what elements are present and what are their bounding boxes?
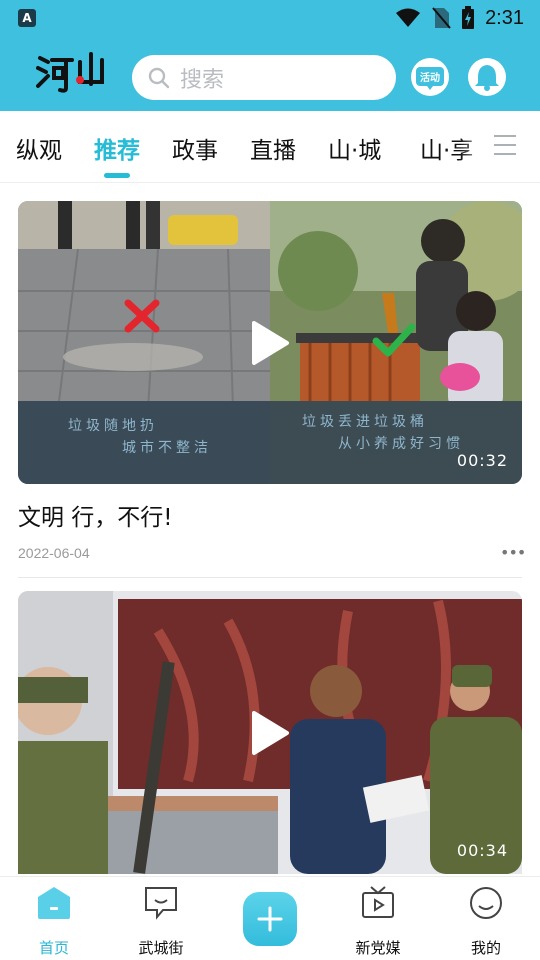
- publish-button[interactable]: [243, 892, 297, 946]
- more-options-icon[interactable]: •••: [500, 543, 526, 562]
- nav-xindangmei-label: 新党媒: [355, 939, 401, 957]
- wifi-icon: [396, 8, 421, 27]
- nav-profile[interactable]: 我的: [446, 885, 526, 958]
- activity-label: 活动: [420, 73, 440, 84]
- video-title[interactable]: 文明 行，不行!: [18, 498, 173, 532]
- search-bar[interactable]: 搜索: [132, 55, 396, 100]
- bottom-navigation: 首页 武城街 新党媒 我的: [0, 876, 540, 960]
- feed-divider: [18, 577, 522, 578]
- category-tabs: 纵观 推荐 政事 直播 山·城 山·享: [0, 111, 540, 183]
- status-time: 2:31: [485, 6, 524, 29]
- nav-wuchengjie-label: 武城街: [138, 939, 184, 957]
- video-thumbnail[interactable]: 垃圾随地扔 城市不整洁 垃圾丢进垃圾桶 从小养成好习惯 00:32: [18, 201, 522, 484]
- activity-button[interactable]: 活动: [411, 58, 449, 96]
- active-tab-indicator: [104, 173, 130, 178]
- app-logo[interactable]: [36, 50, 108, 94]
- play-icon[interactable]: [250, 710, 290, 756]
- plus-icon: [257, 906, 283, 932]
- tab-fade: [460, 111, 490, 181]
- bell-icon: [475, 65, 499, 91]
- search-icon: [148, 67, 170, 88]
- search-placeholder: 搜索: [180, 67, 225, 93]
- nav-home-label: 首页: [38, 939, 69, 957]
- battery-icon: [462, 6, 475, 29]
- nav-wuchengjie[interactable]: 武城街: [121, 885, 201, 958]
- app-header: A 2:31 搜索 活动: [0, 0, 540, 111]
- chat-bubble-icon: [145, 887, 177, 920]
- tab-menu-icon[interactable]: [494, 135, 516, 157]
- video-date: 2022-06-04: [18, 545, 90, 561]
- tab-zhengshi[interactable]: 政事: [172, 131, 218, 165]
- tab-zongguan[interactable]: 纵观: [16, 131, 62, 165]
- no-sim-icon: [432, 7, 451, 29]
- nav-home[interactable]: 首页: [14, 885, 94, 958]
- caption-right-2: 从小养成好习惯: [338, 436, 464, 452]
- tv-icon: [362, 886, 394, 918]
- caption-left-2: 城市不整洁: [122, 440, 212, 456]
- status-bar: A 2:31: [0, 0, 540, 36]
- smile-icon: [470, 887, 502, 919]
- play-icon[interactable]: [250, 320, 290, 366]
- nav-xindangmei[interactable]: 新党媒: [338, 885, 418, 958]
- video-thumbnail[interactable]: 00:34: [18, 591, 522, 874]
- caption-right-1: 垃圾丢进垃圾桶: [302, 414, 428, 430]
- status-app-badge: A: [18, 9, 36, 27]
- home-icon: [38, 887, 70, 919]
- nav-profile-label: 我的: [470, 939, 501, 957]
- tab-tuijian[interactable]: 推荐: [94, 131, 140, 165]
- tab-zhibo[interactable]: 直播: [250, 131, 296, 165]
- caption-left-1: 垃圾随地扔: [68, 418, 158, 434]
- tab-shancheng[interactable]: 山·城: [328, 131, 381, 165]
- video-duration: 00:34: [456, 841, 508, 860]
- video-duration: 00:32: [456, 451, 508, 470]
- notifications-button[interactable]: [468, 58, 506, 96]
